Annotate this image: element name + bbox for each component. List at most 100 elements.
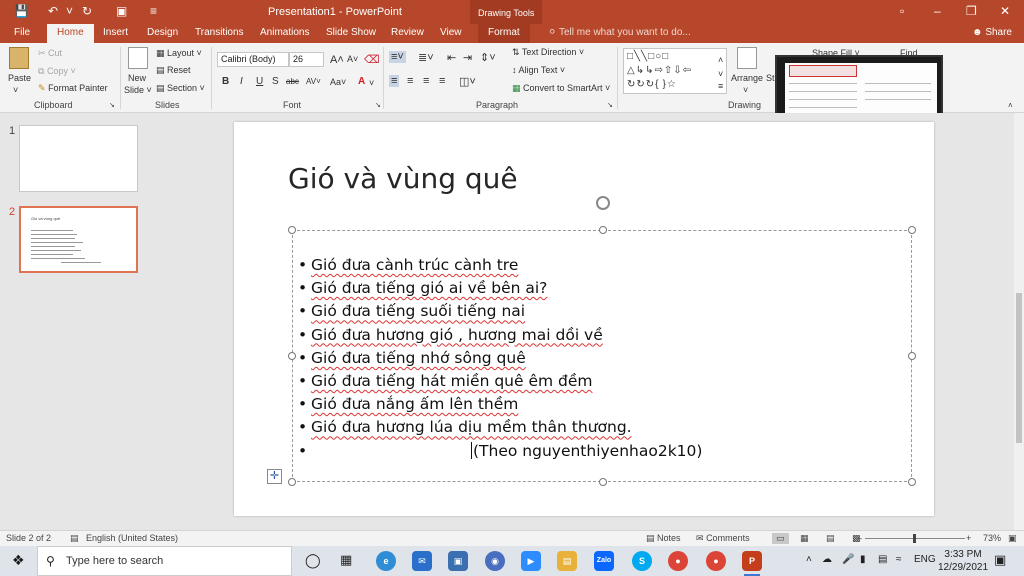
- resize-handle-top-left[interactable]: [288, 226, 296, 234]
- align-text-button[interactable]: ↕ Align Text ˅: [512, 65, 565, 75]
- shapes-scroll-down-icon[interactable]: ˅: [718, 69, 723, 79]
- section-button[interactable]: ▤ Section ˅: [156, 83, 205, 94]
- align-left-icon[interactable]: ≡: [389, 75, 400, 87]
- minimize-icon[interactable]: –: [934, 4, 941, 18]
- resize-handle-right[interactable]: [908, 352, 916, 360]
- tab-review[interactable]: Review: [391, 27, 424, 38]
- tab-format[interactable]: Format: [478, 24, 530, 43]
- close-icon[interactable]: ✕: [1000, 4, 1010, 18]
- arrange-button[interactable]: Arrange: [731, 73, 763, 83]
- tab-transitions[interactable]: Transitions: [195, 27, 244, 38]
- bullet-list[interactable]: Gió đưa cành trúc cành tre Gió đưa tiếng…: [298, 254, 702, 463]
- tab-design[interactable]: Design: [147, 27, 178, 38]
- character-spacing-icon[interactable]: AV˅: [306, 77, 321, 86]
- paste-button[interactable]: Paste: [8, 73, 31, 83]
- new-slide-icon[interactable]: [128, 47, 148, 69]
- tell-me-search[interactable]: ⚪ Tell me what you want to do...: [548, 27, 691, 38]
- customize-qat-icon[interactable]: ≡: [150, 4, 157, 18]
- shapes-more-icon[interactable]: ≡: [718, 81, 723, 91]
- columns-icon[interactable]: ◫˅: [459, 75, 476, 88]
- clock[interactable]: 3:33 PM 12/29/2021: [938, 548, 988, 574]
- save-icon[interactable]: 💾: [14, 4, 29, 18]
- change-case-icon[interactable]: Aa˅: [330, 77, 346, 87]
- resize-handle-bottom[interactable]: [599, 478, 607, 486]
- copy-button[interactable]: ⧉ Copy ˅: [38, 66, 76, 77]
- mail-icon[interactable]: ✉: [412, 551, 432, 571]
- microphone-icon[interactable]: 🎤: [842, 554, 854, 565]
- battery-icon[interactable]: ▮: [860, 554, 866, 565]
- arrange-dropdown-icon[interactable]: ˅: [743, 85, 748, 95]
- resize-handle-top[interactable]: [599, 226, 607, 234]
- zoom-slider-thumb[interactable]: [913, 534, 916, 543]
- restore-icon[interactable]: ❐: [966, 4, 977, 18]
- numbering-icon[interactable]: ≣˅: [418, 51, 434, 64]
- task-view-icon[interactable]: ▦: [340, 552, 352, 568]
- ribbon-display-options-icon[interactable]: ▫: [900, 4, 904, 18]
- store-icon[interactable]: ▣: [448, 551, 468, 571]
- shapes-scroll-up-icon[interactable]: ˄: [718, 55, 723, 65]
- tab-file[interactable]: File: [14, 27, 30, 38]
- slide-thumbnail-1[interactable]: [19, 125, 138, 192]
- slide-thumbnail-2[interactable]: Gió và vùng quê: [19, 206, 138, 273]
- resize-handle-top-right[interactable]: [908, 226, 916, 234]
- text-direction-button[interactable]: ⇅ Text Direction ˅: [512, 47, 584, 58]
- reading-view-icon[interactable]: ▤: [826, 533, 835, 544]
- normal-view-icon[interactable]: ▭: [772, 533, 789, 544]
- vertical-scrollbar[interactable]: [1014, 113, 1024, 530]
- rotate-handle[interactable]: [596, 196, 610, 210]
- tab-home[interactable]: Home: [47, 24, 94, 43]
- quick-styles-button[interactable]: St: [766, 73, 775, 83]
- tab-animations[interactable]: Animations: [260, 27, 309, 38]
- new-slide-dropdown[interactable]: Slide ˅: [124, 85, 152, 95]
- font-color-icon[interactable]: A: [358, 76, 365, 87]
- taskbar-search[interactable]: ⚲ Type here to search: [37, 546, 292, 576]
- chrome-profile-icon[interactable]: ●: [706, 551, 726, 571]
- new-slide-button[interactable]: New: [128, 73, 146, 83]
- paste-icon[interactable]: [9, 47, 29, 69]
- powerpoint-icon[interactable]: P: [742, 551, 762, 576]
- underline-icon[interactable]: U: [256, 76, 263, 87]
- slide-sorter-icon[interactable]: ▦: [800, 533, 809, 544]
- line-spacing-icon[interactable]: ⇕˅: [480, 51, 496, 64]
- zoom-out-icon[interactable]: –: [857, 533, 862, 543]
- tab-slide-show[interactable]: Slide Show: [326, 27, 376, 38]
- slide-title[interactable]: Gió và vùng quê: [288, 162, 518, 195]
- arrange-icon[interactable]: [737, 47, 757, 69]
- tab-insert[interactable]: Insert: [103, 27, 128, 38]
- wifi-icon[interactable]: ≈: [896, 554, 902, 565]
- convert-smartart-button[interactable]: ▦ Convert to SmartArt ˅: [512, 83, 610, 94]
- slide-canvas[interactable]: Gió và vùng quê Gió đưa cành trúc cành t…: [234, 122, 934, 516]
- clipboard-launcher-icon[interactable]: ↘: [109, 101, 115, 109]
- layout-button[interactable]: ▦ Layout ˅: [156, 48, 202, 59]
- start-from-beginning-icon[interactable]: ▣: [116, 4, 127, 18]
- font-family-select[interactable]: Calibri (Body): [217, 52, 289, 67]
- paste-dropdown-icon[interactable]: ˅: [13, 85, 18, 95]
- layout-options-icon[interactable]: ✛: [267, 469, 282, 484]
- notifications-icon[interactable]: ▣: [994, 552, 1006, 568]
- comments-button[interactable]: ✉ Comments: [696, 533, 750, 544]
- edge-icon[interactable]: e: [376, 551, 396, 571]
- shapes-gallery[interactable]: □╲╲□○□ △↳↳⇨⇧⇩⇦ ↻↻↻{ }☆: [623, 48, 727, 94]
- font-launcher-icon[interactable]: ↘: [375, 101, 381, 109]
- align-right-icon[interactable]: ≡: [423, 75, 429, 87]
- cut-button[interactable]: ✂ Cut: [38, 48, 62, 59]
- resize-handle-bottom-left[interactable]: [288, 478, 296, 486]
- italic-icon[interactable]: I: [240, 76, 243, 87]
- decrease-indent-icon[interactable]: ⇤: [447, 51, 456, 64]
- language-indicator[interactable]: English (United States): [86, 533, 178, 543]
- justify-icon[interactable]: ≡: [439, 75, 445, 87]
- reset-button[interactable]: ▤ Reset: [156, 65, 191, 76]
- resize-handle-left[interactable]: [288, 352, 296, 360]
- font-size-select[interactable]: 26: [289, 52, 324, 67]
- share-button[interactable]: ☻ Share: [972, 27, 1012, 38]
- zoom-in-icon[interactable]: +: [966, 533, 971, 543]
- shadow-text-icon[interactable]: S: [272, 76, 279, 87]
- paragraph-launcher-icon[interactable]: ↘: [607, 101, 613, 109]
- increase-indent-icon[interactable]: ⇥: [463, 51, 472, 64]
- scrollbar-thumb[interactable]: [1016, 293, 1022, 443]
- network-icon[interactable]: ▤: [878, 554, 887, 565]
- file-explorer-icon[interactable]: ▤: [557, 551, 577, 571]
- spelling-icon[interactable]: ▤: [70, 533, 79, 544]
- increase-font-icon[interactable]: A˄: [330, 54, 344, 66]
- zalo-icon[interactable]: Zalo: [594, 551, 614, 571]
